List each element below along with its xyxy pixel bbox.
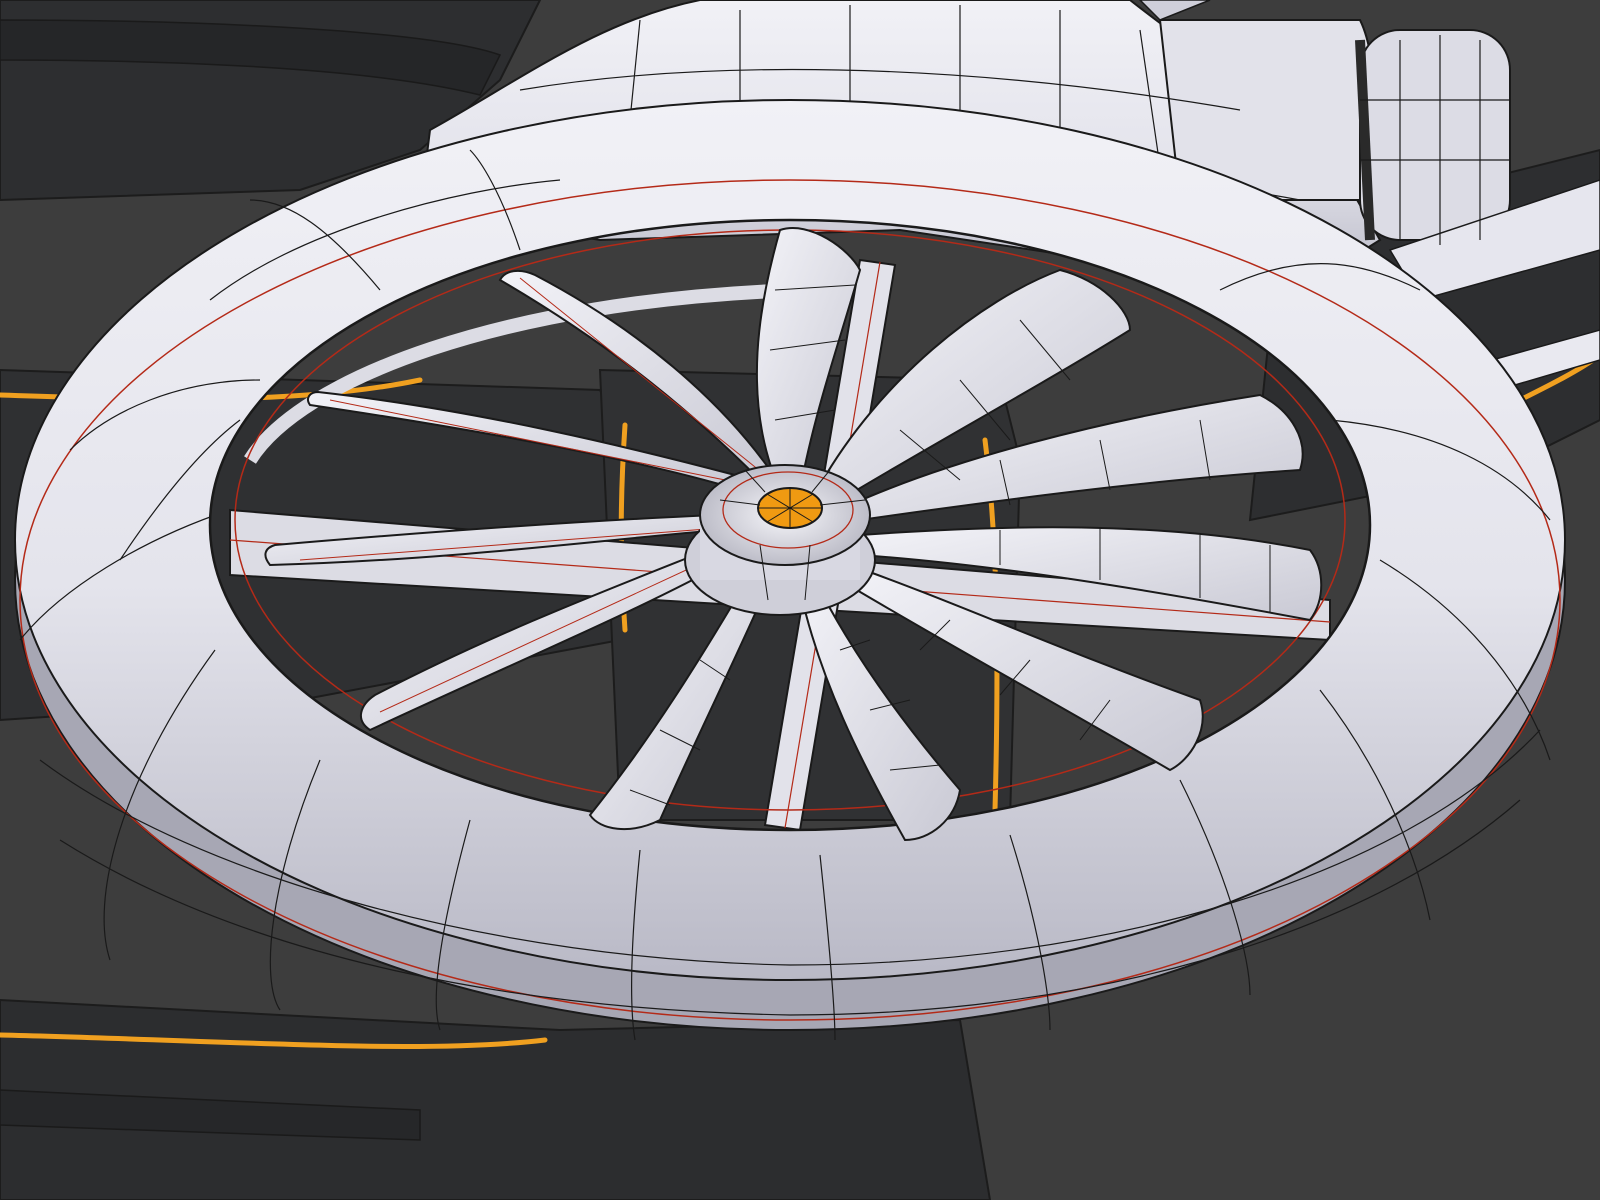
fan-hub — [684, 464, 876, 616]
render-canvas — [0, 0, 1600, 1200]
3d-viewport[interactable] — [0, 0, 1600, 1200]
